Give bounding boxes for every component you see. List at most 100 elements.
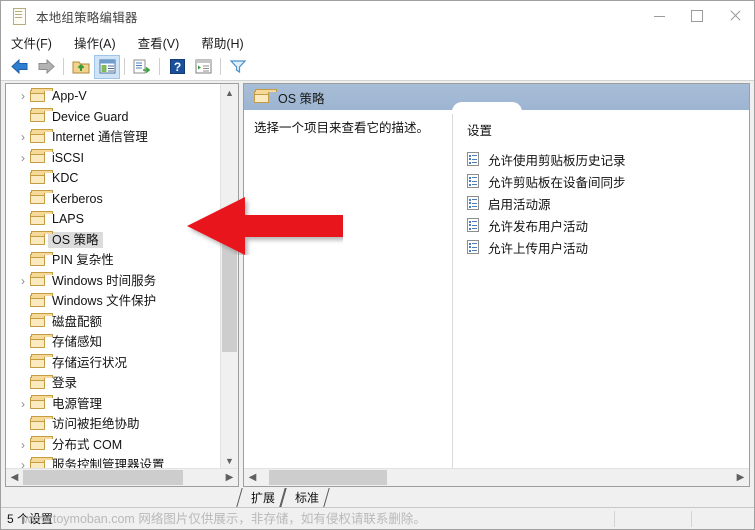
menu-view[interactable]: 查看(V) xyxy=(138,33,180,52)
menu-action[interactable]: 操作(A) xyxy=(74,33,116,52)
folder-icon xyxy=(30,313,53,328)
gpedit-icon xyxy=(10,7,28,25)
tree-item-label: 存储运行状况 xyxy=(52,355,128,370)
console-tree-pane: ›App-V›Device Guard›Internet 通信管理›iSCSI›… xyxy=(5,83,239,487)
setting-item[interactable]: 允许发布用户活动 xyxy=(467,214,749,236)
help-icon[interactable]: ? xyxy=(164,55,190,79)
folder-icon xyxy=(30,436,53,451)
tree-item[interactable]: ›Kerberos xyxy=(6,189,220,210)
tab-extended[interactable]: 扩展 xyxy=(236,488,286,507)
tree-item-label: 登录 xyxy=(52,376,78,390)
close-button[interactable] xyxy=(716,1,754,31)
tree-item[interactable]: › App-V xyxy=(6,86,220,107)
details-hscroll-track[interactable] xyxy=(261,469,732,486)
tree-item[interactable]: ›存储感知 xyxy=(6,332,220,353)
tree-horizontal-scrollbar[interactable]: ◀ ▶ xyxy=(6,468,238,486)
window-controls xyxy=(640,1,754,31)
setting-item[interactable]: 启用活动源 xyxy=(467,192,749,214)
details-header-title: OS 策略 xyxy=(278,91,325,106)
tree-scroll-right-button[interactable]: ▶ xyxy=(221,472,238,483)
chevron-right-icon[interactable]: › xyxy=(16,131,30,143)
details-horizontal-scrollbar[interactable]: ◀ ▶ xyxy=(244,468,749,486)
details-pane: OS 策略 选择一个项目来查看它的描述。 设置 允许使用剪贴板历史记录允许剪贴板… xyxy=(243,83,750,487)
tree-item[interactable]: › iSCSI xyxy=(6,148,220,169)
setting-item-label: 允许剪贴板在设备间同步 xyxy=(488,175,626,190)
menu-file[interactable]: 文件(F) xyxy=(11,33,52,52)
tree-item[interactable]: ›KDC xyxy=(6,168,220,189)
setting-item-label: 允许上传用户活动 xyxy=(488,241,589,256)
title-bar: 本地组策略编辑器 xyxy=(1,1,754,31)
tree-scroll-down-button[interactable]: ▼ xyxy=(221,452,238,469)
tree-item-label: App-V xyxy=(52,89,87,103)
tree-item[interactable]: ›Device Guard xyxy=(6,107,220,128)
folder-icon xyxy=(30,354,53,369)
tree-vscroll-thumb[interactable] xyxy=(222,232,237,352)
forward-arrow-icon[interactable] xyxy=(33,55,59,79)
tree-item-label: 访问被拒绝协助 xyxy=(52,417,140,431)
tree-item[interactable]: ›存储运行状况 xyxy=(6,353,220,374)
tree-item[interactable]: ›LAPS xyxy=(6,209,220,230)
tree-item[interactable]: ›磁盘配额 xyxy=(6,312,220,333)
folder-icon xyxy=(30,251,53,267)
description-text: 选择一个项目来查看它的描述。 xyxy=(254,121,430,135)
folder-icon xyxy=(30,87,53,103)
folder-up-icon[interactable] xyxy=(68,55,94,79)
toolbar-separator xyxy=(63,58,64,75)
filter-icon[interactable] xyxy=(225,55,251,79)
tree-item[interactable]: › Internet 通信管理 xyxy=(6,127,220,148)
tree-item-label: Windows 时间服务 xyxy=(52,273,157,288)
policy-setting-icon xyxy=(467,217,480,233)
tree-scroll-up-button[interactable]: ▲ xyxy=(221,84,238,101)
chevron-right-icon[interactable]: › xyxy=(16,439,30,451)
tree-item[interactable]: › Windows 时间服务 xyxy=(6,271,220,292)
toolbar-separator xyxy=(220,58,221,75)
tree-item[interactable]: › 电源管理 xyxy=(6,394,220,415)
show-tree-icon[interactable] xyxy=(94,54,120,79)
tab-standard[interactable]: 标准 xyxy=(280,488,330,507)
maximize-button[interactable] xyxy=(678,1,716,31)
tree-scroll-left-button[interactable]: ◀ xyxy=(6,472,23,483)
chevron-right-icon[interactable]: › xyxy=(16,275,30,287)
details-scroll-left-button[interactable]: ◀ xyxy=(244,472,261,483)
details-body: 选择一个项目来查看它的描述。 设置 允许使用剪贴板历史记录允许剪贴板在设备间同步… xyxy=(244,110,749,468)
chevron-right-icon[interactable]: › xyxy=(16,152,30,164)
console-tree[interactable]: ›App-V›Device Guard›Internet 通信管理›iSCSI›… xyxy=(6,84,220,468)
tree-item[interactable]: ›OS 策略 xyxy=(6,230,220,251)
policy-setting-icon xyxy=(467,151,480,167)
policy-setting-icon xyxy=(467,195,480,211)
menu-help[interactable]: 帮助(H) xyxy=(201,33,243,52)
back-arrow-icon[interactable] xyxy=(7,55,33,79)
tree-item[interactable]: ›访问被拒绝协助 xyxy=(6,414,220,435)
setting-item[interactable]: 允许上传用户活动 xyxy=(467,236,749,258)
details-hscroll-thumb[interactable] xyxy=(269,470,387,485)
folder-icon xyxy=(30,292,53,308)
folder-icon xyxy=(30,456,53,468)
settings-column-header: 设置 xyxy=(467,124,493,138)
tree-item[interactable]: › 服务控制管理器设置 xyxy=(6,455,220,468)
window-title: 本地组策略编辑器 xyxy=(36,10,138,25)
status-text: 5 个设置 xyxy=(7,512,54,526)
tree-item[interactable]: ›PIN 复杂性 xyxy=(6,250,220,271)
folder-icon xyxy=(30,415,53,431)
tree-hscroll-track[interactable] xyxy=(23,469,221,486)
minimize-button[interactable] xyxy=(640,1,678,31)
tree-item[interactable]: › 分布式 COM xyxy=(6,435,220,456)
policy-setting-icon xyxy=(467,173,480,189)
chevron-right-icon[interactable]: › xyxy=(16,90,30,102)
chevron-right-icon[interactable]: › xyxy=(16,398,30,410)
setting-item[interactable]: 允许剪贴板在设备间同步 xyxy=(467,170,749,192)
tree-item-label: 分布式 COM xyxy=(52,437,123,452)
description-panel: 选择一个项目来查看它的描述。 xyxy=(244,110,452,468)
tree-item[interactable]: ›Windows 文件保护 xyxy=(6,291,220,312)
tree-vertical-scrollbar[interactable]: ▲ ▼ xyxy=(220,84,238,469)
chevron-right-icon[interactable]: › xyxy=(16,459,30,468)
menu-bar: 文件(F) 操作(A) 查看(V) 帮助(H) xyxy=(1,31,754,53)
tree-hscroll-thumb[interactable] xyxy=(23,470,183,485)
details-scroll-right-button[interactable]: ▶ xyxy=(732,472,749,483)
properties-icon[interactable] xyxy=(190,55,216,79)
svg-text:?: ? xyxy=(173,60,180,74)
setting-item[interactable]: 允许使用剪贴板历史记录 xyxy=(467,148,749,170)
tree-item[interactable]: ›登录 xyxy=(6,373,220,394)
tree-item-label: 服务控制管理器设置 xyxy=(52,458,165,468)
export-list-icon[interactable] xyxy=(129,55,155,79)
